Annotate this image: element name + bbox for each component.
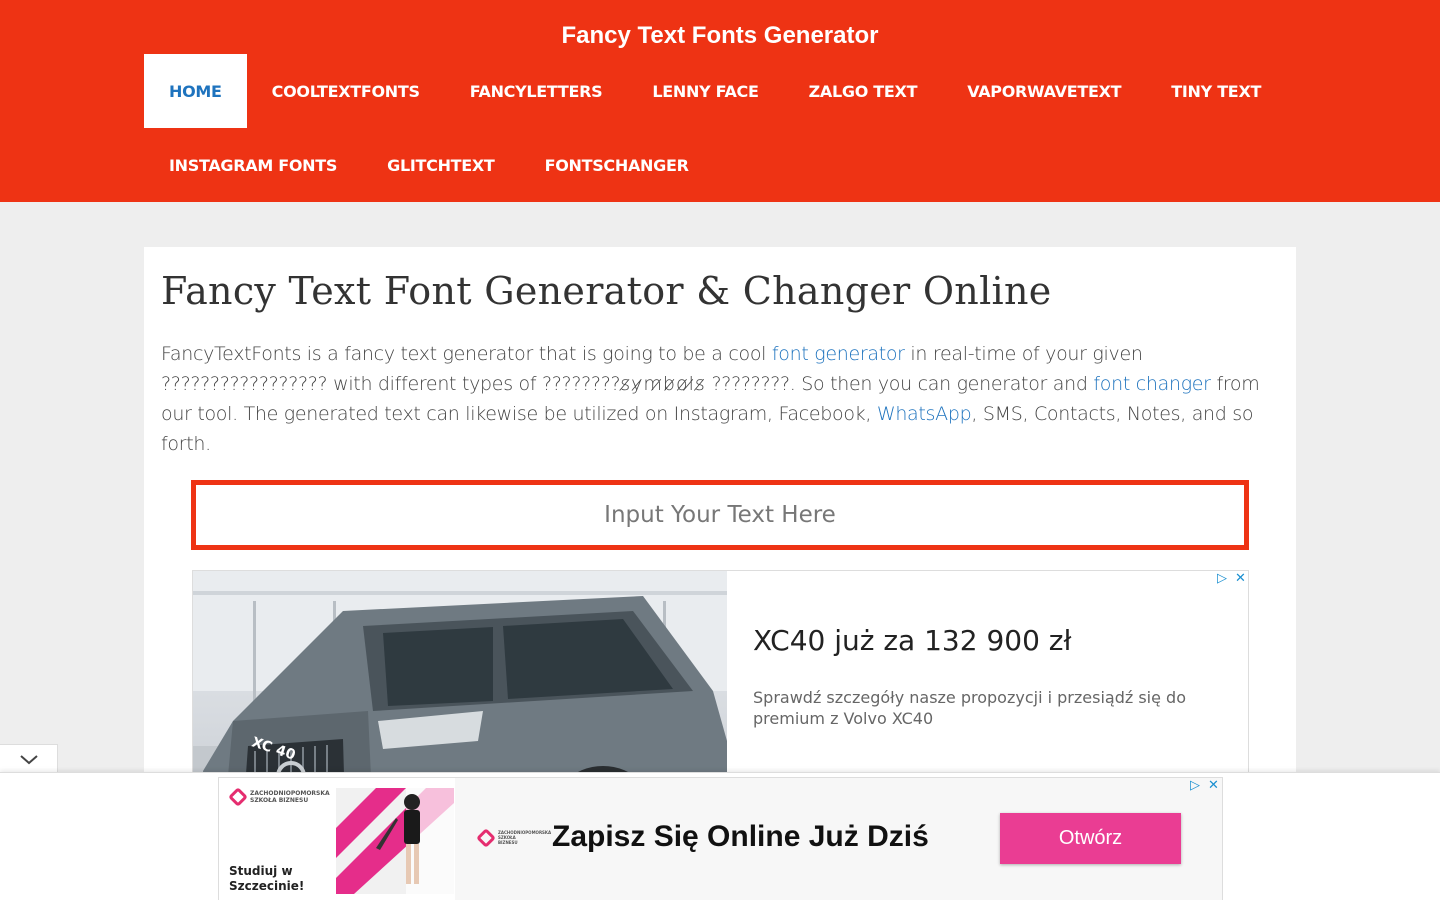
intro-text: FancyTextFonts is a fancy text generator… — [161, 343, 772, 365]
nav-item-fancyletters[interactable]: FANCYLETTERS — [445, 54, 628, 128]
nav-row-2: INSTAGRAM FONTS GLITCHTEXT FONTSCHANGER — [144, 128, 1296, 202]
ad-headline[interactable]: Zapisz Się Online Już Dziś — [552, 820, 929, 854]
adchoices-icon[interactable]: ▷ — [1190, 778, 1200, 793]
school-logo-text: ZACHODNIOPOMORSKA SZKOŁA BIZNESU — [498, 830, 552, 845]
whatsapp-link[interactable]: WhatsApp — [877, 403, 972, 425]
close-icon[interactable]: ✕ — [1208, 778, 1219, 793]
nav-row-1: HOME COOLTEXTFONTS FANCYLETTERS LENNY FA… — [144, 54, 1296, 128]
study-in-szczecin-text: Studiuj w Szczecinie! — [229, 864, 305, 893]
school-logo-small: ZACHODNIOPOMORSKA SZKOŁA BIZNESU — [476, 827, 552, 848]
glitch-symbols-text: s̷y̷m̷b̷o̷l̷s̷ — [620, 373, 706, 395]
school-logo-icon — [228, 787, 248, 807]
page-title: Fancy Text Font Generator & Changer Onli… — [161, 269, 1052, 313]
sticky-ad-bar: ZACHODNIOPOMORSKA SZKOŁA BIZNESU Studiuj… — [0, 772, 1440, 900]
adchoices-icon[interactable]: ▷ — [1217, 571, 1227, 586]
ad-controls: ▷ ✕ — [1217, 571, 1246, 586]
chevron-down-icon — [19, 754, 38, 764]
nav-item-zalgo-text[interactable]: ZALGO TEXT — [784, 54, 943, 128]
school-logo: ZACHODNIOPOMORSKA SZKOŁA BIZNESU — [228, 787, 330, 807]
font-changer-link[interactable]: font changer — [1093, 373, 1211, 395]
site-title[interactable]: Fancy Text Fonts Generator — [0, 20, 1440, 52]
ad-photo — [336, 788, 454, 894]
nav-item-home[interactable]: HOME — [144, 54, 247, 128]
ad-headline[interactable]: XC40 już za 132 900 zł — [753, 624, 1071, 657]
text-input-field[interactable] — [191, 480, 1249, 550]
site-header: Fancy Text Fonts Generator HOME COOLTEXT… — [0, 0, 1440, 202]
nav-item-tiny-text[interactable]: TINY TEXT — [1146, 54, 1286, 128]
intro-paragraph: FancyTextFonts is a fancy text generator… — [161, 339, 1271, 459]
nav-item-lenny-face[interactable]: LENNY FACE — [627, 54, 783, 128]
main-nav: HOME COOLTEXTFONTS FANCYLETTERS LENNY FA… — [144, 54, 1296, 202]
open-button[interactable]: Otwórz — [1000, 813, 1181, 864]
ad-left-panel[interactable]: ZACHODNIOPOMORSKA SZKOŁA BIZNESU Studiuj… — [219, 778, 455, 900]
nav-item-glitchtext[interactable]: GLITCHTEXT — [362, 128, 519, 202]
ad-description[interactable]: Sprawdź szczegóły nasze propozycji i prz… — [753, 687, 1223, 729]
school-logo-text: ZACHODNIOPOMORSKA SZKOŁA BIZNESU — [250, 790, 330, 804]
nav-item-instagram-fonts[interactable]: INSTAGRAM FONTS — [144, 128, 362, 202]
student-illustration — [336, 788, 454, 894]
school-logo-icon — [476, 827, 496, 848]
collapse-ad-button[interactable] — [0, 744, 58, 774]
ad-controls: ▷ ✕ — [1190, 778, 1219, 793]
school-ad[interactable]: ZACHODNIOPOMORSKA SZKOŁA BIZNESU Studiuj… — [218, 777, 1223, 900]
nav-item-cooltextfonts[interactable]: COOLTEXTFONTS — [247, 54, 445, 128]
close-icon[interactable]: ✕ — [1235, 571, 1246, 586]
ad-main-panel[interactable]: ZACHODNIOPOMORSKA SZKOŁA BIZNESU Zapisz … — [455, 778, 1222, 900]
nav-item-vaporwavetext[interactable]: VAPORWAVETEXT — [942, 54, 1146, 128]
font-generator-link[interactable]: font generator — [772, 343, 905, 365]
intro-text: ????????. So then you can generator and — [705, 373, 1094, 395]
nav-item-fontschanger[interactable]: FONTSCHANGER — [520, 128, 714, 202]
